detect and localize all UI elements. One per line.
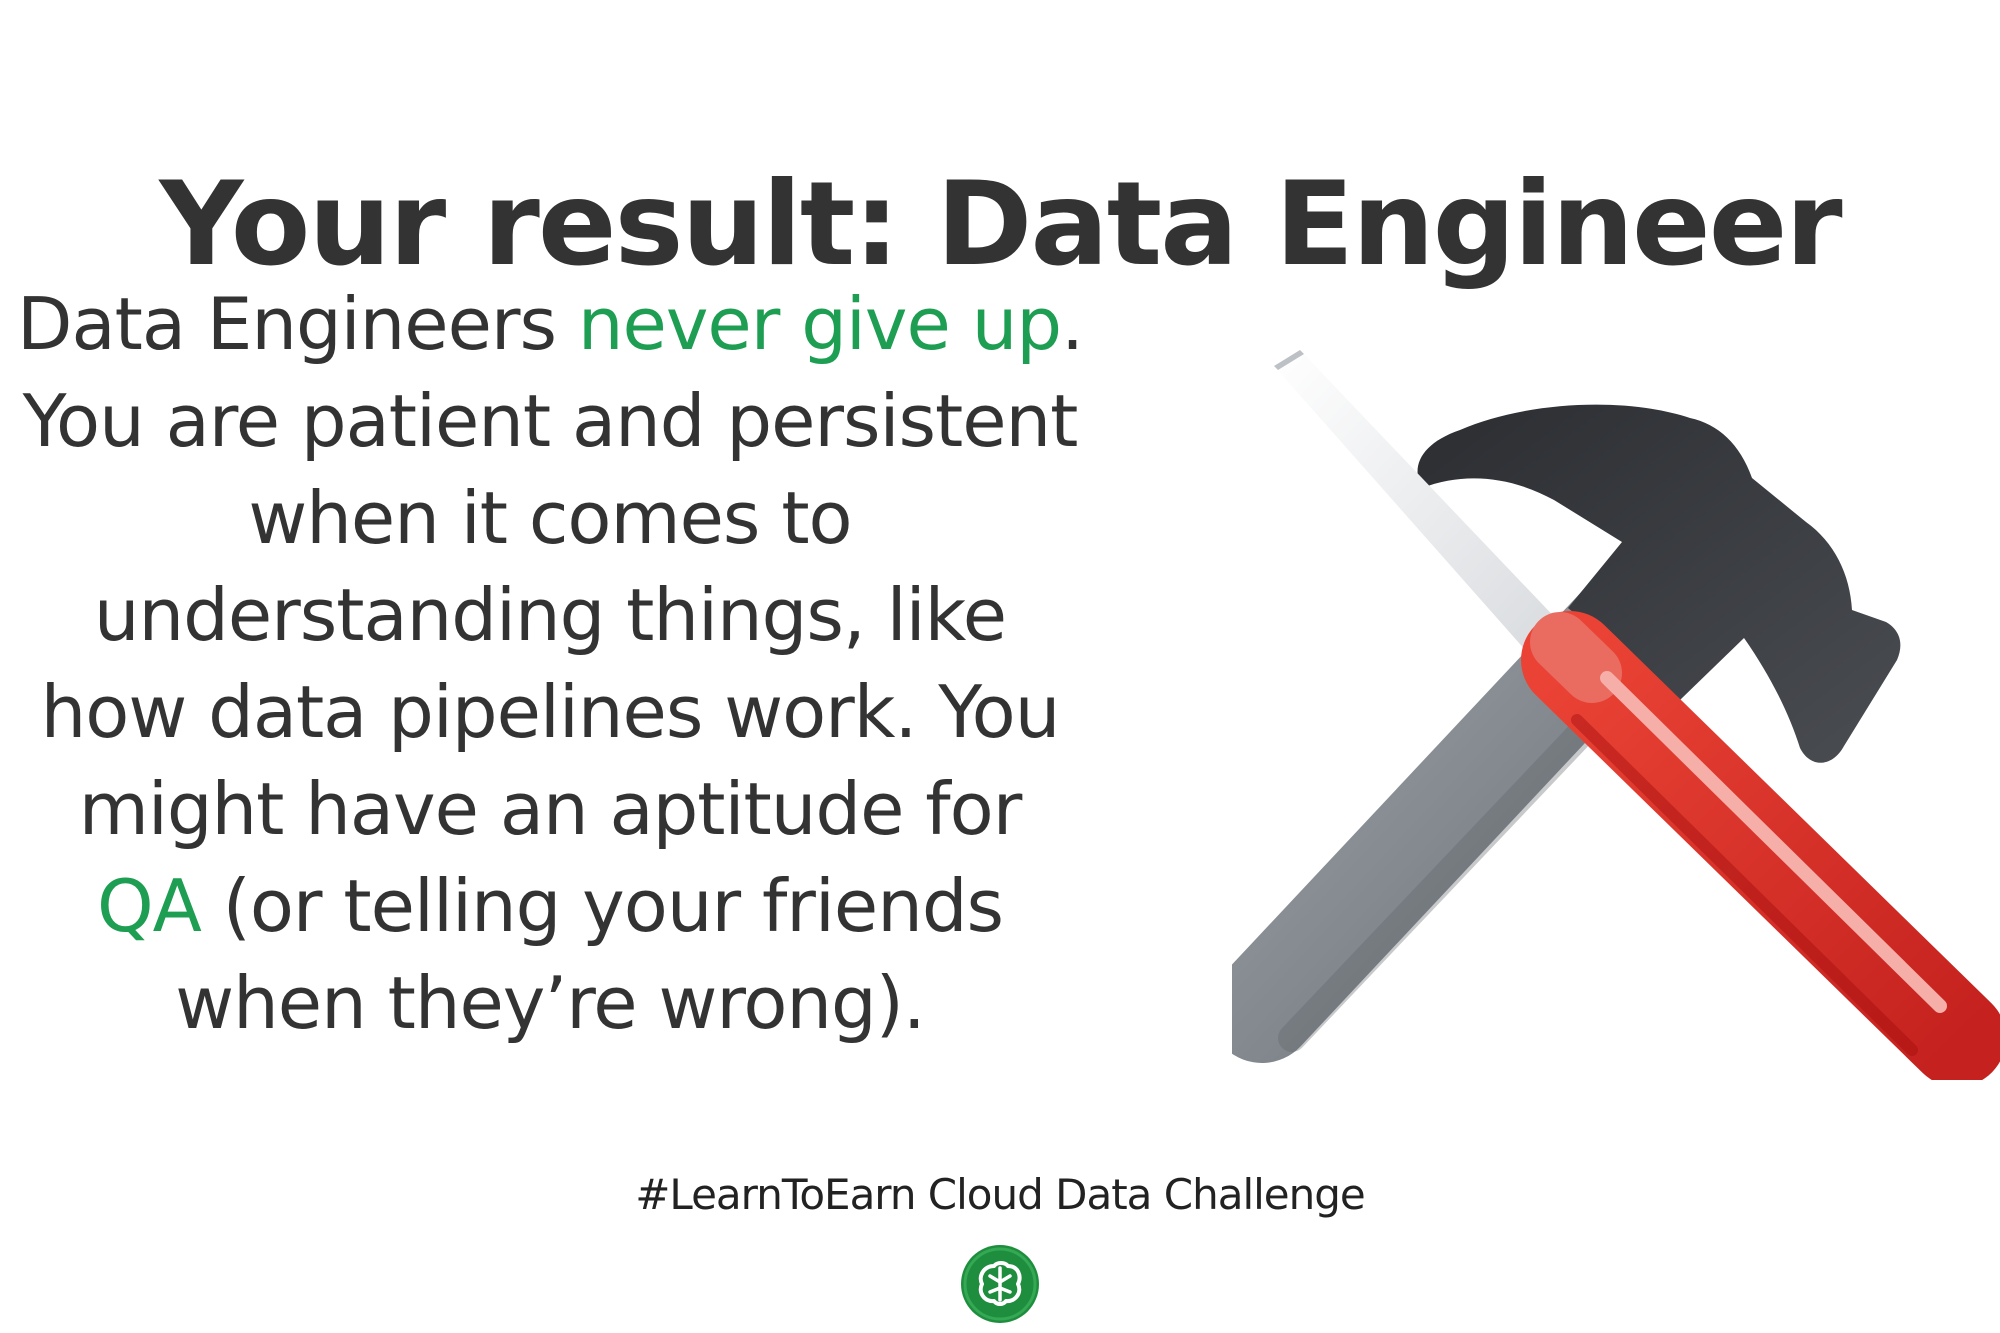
description-highlight: never give up <box>577 282 1062 366</box>
description-line-8: when they’re wrong). <box>175 961 925 1045</box>
result-role: Data Engineer <box>936 156 1842 292</box>
description-highlight: QA <box>96 864 202 948</box>
description-line-5: how data pipelines work. You <box>40 670 1061 754</box>
description-text: . <box>1061 282 1084 366</box>
hammer-and-screwdriver-icon <box>1232 350 2000 1080</box>
result-description: Data Engineers never give up. You are pa… <box>0 276 1100 1052</box>
description-text: Data Engineers <box>17 282 578 366</box>
challenge-hashtag: #LearnToEarn Cloud Data Challenge <box>635 1170 1366 1219</box>
description-line-3: when it comes to <box>248 476 852 560</box>
brain-logo-icon <box>961 1245 1039 1323</box>
description-text: (or telling your friends <box>200 864 1004 948</box>
screwdriver-handle <box>1521 611 2000 1080</box>
description-line-6: might have an aptitude for <box>78 767 1023 851</box>
description-line-1: Data Engineers never give up. <box>0 276 1100 373</box>
result-card: Your result: Data Engineer Data Engineer… <box>0 0 2000 1333</box>
description-line-7: QA (or telling your friends <box>0 858 1100 955</box>
description-line-4: understanding things, like <box>93 573 1007 657</box>
description-line-2: You are patient and persistent <box>22 379 1079 463</box>
title-prefix: Your result: <box>159 156 937 292</box>
